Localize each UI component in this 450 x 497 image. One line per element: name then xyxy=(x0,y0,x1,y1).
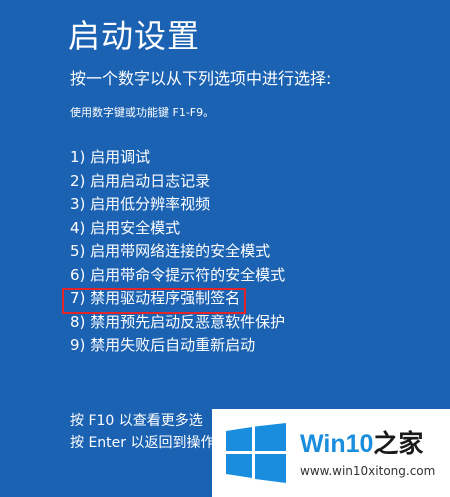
footer: 按 F10 以查看更多选 按 Enter 以返回到操作 xyxy=(70,410,214,454)
option-disable-auto-restart[interactable]: 9) 禁用失败后自动重新启动 xyxy=(70,334,285,358)
watermark: Win10之家 www.win10xitong.com xyxy=(212,409,450,497)
watermark-url: www.win10xitong.com xyxy=(300,464,436,478)
option-enable-boot-logging[interactable]: 2) 启用启动日志记录 xyxy=(70,170,285,194)
windows-logo-icon xyxy=(226,423,286,483)
option-disable-driver-signature-enforcement[interactable]: 7) 禁用驱动程序强制签名 xyxy=(70,287,285,311)
brand-suffix: 之家 xyxy=(373,430,424,458)
page-title: 启动设置 xyxy=(68,17,201,55)
option-safe-mode-command-prompt[interactable]: 6) 启用带命令提示符的安全模式 xyxy=(70,264,285,288)
brand-prefix: Win10 xyxy=(300,430,374,458)
option-enable-safe-mode[interactable]: 4) 启用安全模式 xyxy=(70,217,285,241)
key-hint: 使用数字键或功能键 F1-F9。 xyxy=(70,106,215,119)
option-enable-low-resolution-video[interactable]: 3) 启用低分辨率视频 xyxy=(70,193,285,217)
selection-prompt: 按一个数字以从下列选项中进行选择: xyxy=(70,69,332,88)
footer-return: 按 Enter 以返回到操作 xyxy=(70,435,215,451)
options-list: 1) 启用调试 2) 启用启动日志记录 3) 启用低分辨率视频 4) 启用安全模… xyxy=(70,146,285,358)
watermark-brand: Win10之家 xyxy=(300,429,423,459)
boot-settings-screen: 启动设置 按一个数字以从下列选项中进行选择: 使用数字键或功能键 F1-F9。 … xyxy=(0,0,450,497)
option-enable-debugging[interactable]: 1) 启用调试 xyxy=(70,146,285,170)
option-safe-mode-networking[interactable]: 5) 启用带网络连接的安全模式 xyxy=(70,240,285,264)
option-disable-early-launch-antimalware[interactable]: 8) 禁用预先启动反恶意软件保护 xyxy=(70,311,285,335)
footer-more-options: 按 F10 以查看更多选 xyxy=(70,413,203,429)
